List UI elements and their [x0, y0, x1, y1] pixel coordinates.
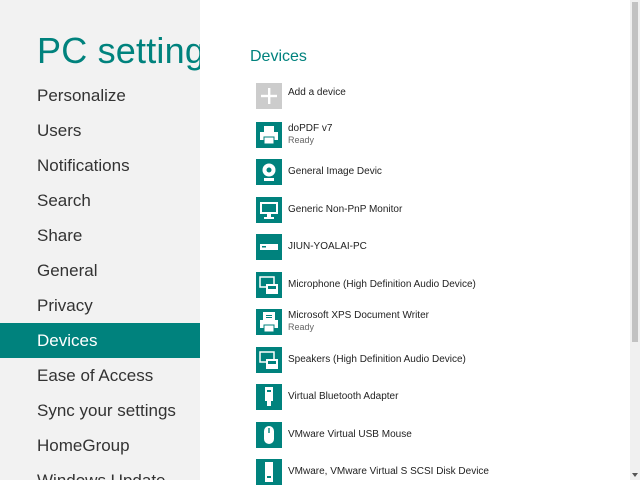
device-item[interactable]: Microphone (High Definition Audio Device… — [256, 272, 596, 300]
device-item[interactable]: VMware Virtual USB Mouse — [256, 422, 596, 450]
add-device-label: Add a device — [288, 87, 346, 98]
device-name: Speakers (High Definition Audio Device) — [288, 354, 466, 365]
nav-item-windows-update[interactable]: Windows Update — [0, 463, 200, 480]
nav-item-share[interactable]: Share — [0, 218, 200, 253]
plus-icon — [256, 83, 282, 109]
nav-item-homegroup[interactable]: HomeGroup — [0, 428, 200, 463]
nav-item-ease-of-access[interactable]: Ease of Access — [0, 358, 200, 393]
disk-drive-icon — [256, 459, 282, 485]
device-name: Generic Non-PnP Monitor — [288, 204, 403, 215]
scrollbar-thumb[interactable] — [632, 2, 638, 342]
webcam-icon — [256, 159, 282, 185]
device-item[interactable]: Microsoft XPS Document Writer Ready — [256, 309, 596, 337]
add-device-button[interactable]: Add a device — [256, 83, 596, 111]
usb-adapter-icon — [256, 384, 282, 410]
device-status: Ready — [288, 135, 315, 145]
nav-item-general[interactable]: General — [0, 253, 200, 288]
section-title: Devices — [250, 48, 307, 65]
device-item[interactable]: VMware, VMware Virtual S SCSI Disk Devic… — [256, 459, 596, 487]
printer-icon — [256, 122, 282, 148]
device-name: doPDF v7 — [288, 123, 333, 134]
device-item[interactable]: General Image Devic — [256, 159, 596, 187]
device-item[interactable]: JIUN-YOALAI-PC — [256, 234, 596, 262]
devices-pane: Devices Add a device doPDF v7 Ready Gene… — [200, 0, 630, 485]
monitor-icon — [256, 197, 282, 223]
settings-nav: Personalize Users Notifications Search S… — [0, 78, 200, 480]
device-name: JIUN-YOALAI-PC — [288, 241, 367, 252]
app-title: PC settings — [37, 30, 200, 71]
nav-item-users[interactable]: Users — [0, 113, 200, 148]
device-status: Ready — [288, 322, 315, 332]
device-item[interactable]: doPDF v7 Ready — [256, 122, 596, 150]
computer-icon — [256, 234, 282, 260]
device-item[interactable]: Generic Non-PnP Monitor — [256, 197, 596, 225]
device-name: VMware Virtual USB Mouse — [288, 429, 412, 440]
nav-item-notifications[interactable]: Notifications — [0, 148, 200, 183]
sidebar: PC settings Personalize Users Notificati… — [0, 0, 200, 480]
nav-item-personalize[interactable]: Personalize — [0, 78, 200, 113]
device-item[interactable]: Virtual Bluetooth Adapter — [256, 384, 596, 412]
scrollbar[interactable] — [630, 0, 640, 480]
document-printer-icon — [256, 309, 282, 335]
device-name: VMware, VMware Virtual S SCSI Disk Devic… — [288, 466, 489, 477]
device-item[interactable]: Speakers (High Definition Audio Device) — [256, 347, 596, 375]
nav-item-devices[interactable]: Devices — [0, 323, 200, 358]
device-name: Virtual Bluetooth Adapter — [288, 391, 399, 402]
mouse-icon — [256, 422, 282, 448]
device-name: Microsoft XPS Document Writer — [288, 310, 429, 321]
audio-device-icon — [256, 347, 282, 373]
nav-item-sync-settings[interactable]: Sync your settings — [0, 393, 200, 428]
nav-item-privacy[interactable]: Privacy — [0, 288, 200, 323]
nav-item-search[interactable]: Search — [0, 183, 200, 218]
device-name: Microphone (High Definition Audio Device… — [288, 279, 476, 290]
device-name: General Image Devic — [288, 166, 382, 177]
scroll-down-arrow-icon[interactable] — [630, 468, 640, 480]
audio-device-icon — [256, 272, 282, 298]
